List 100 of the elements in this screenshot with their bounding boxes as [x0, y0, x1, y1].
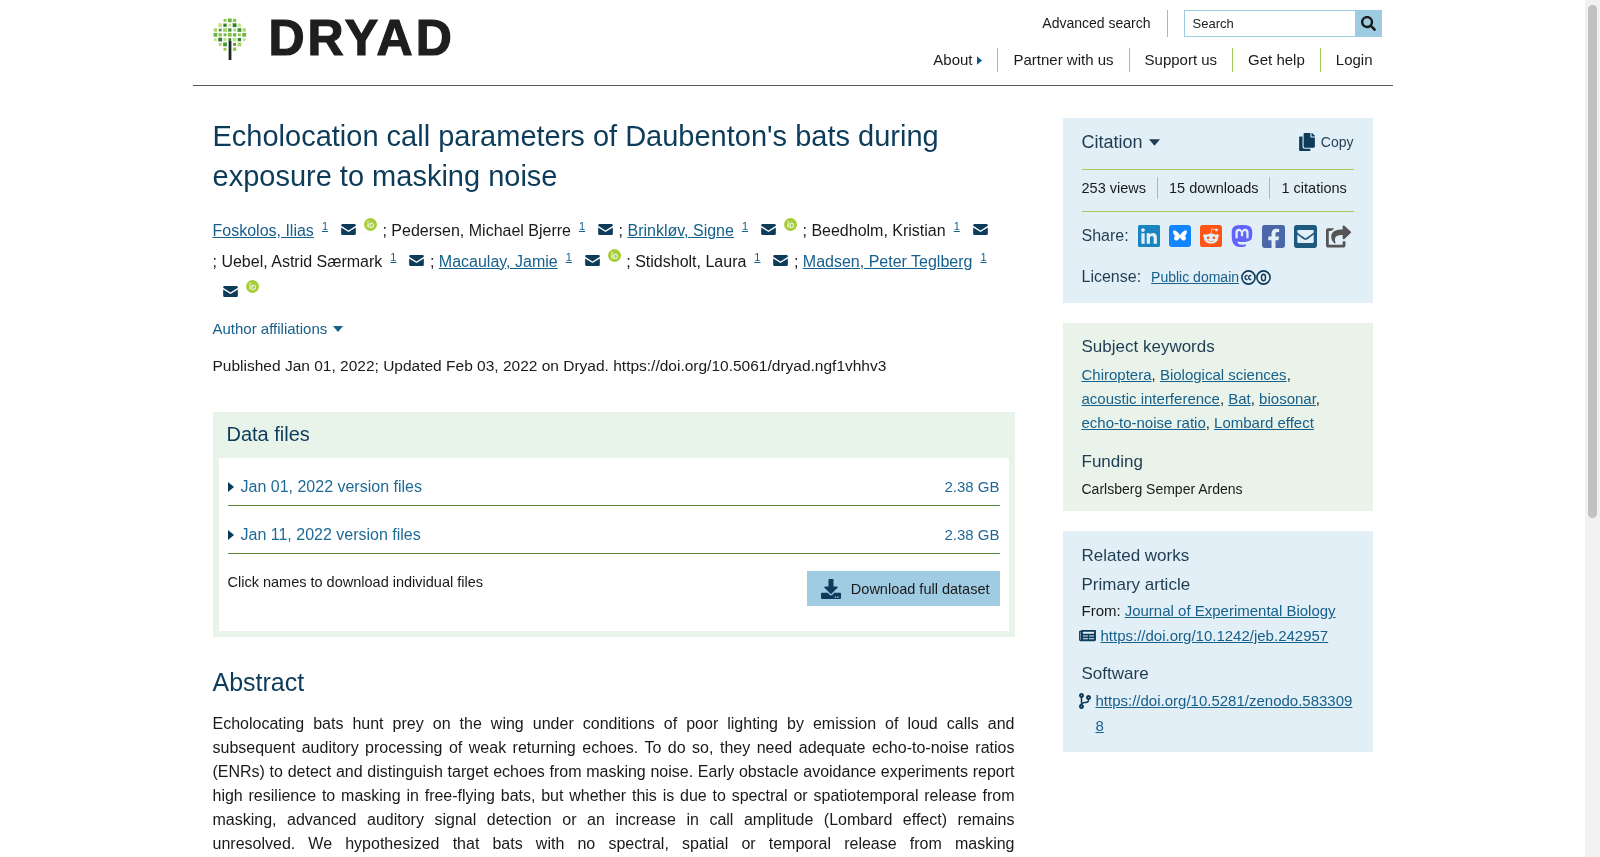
butterfly-icon[interactable] [1168, 225, 1191, 247]
advanced-search-link[interactable]: Advanced search [1042, 10, 1168, 37]
affiliation-link[interactable]: 1 [565, 251, 572, 263]
author-link[interactable]: Macaulay, Jamie [438, 253, 558, 270]
affiliation-link[interactable]: 1 [754, 251, 761, 263]
envelope-icon[interactable] [409, 255, 425, 266]
section-heading: Related works [1081, 545, 1191, 567]
share-icon[interactable] [1325, 223, 1351, 249]
affiliation-link[interactable]: 1 [953, 220, 960, 232]
reddit-icon[interactable] [1199, 225, 1222, 247]
download-icon [820, 578, 841, 599]
section-heading: Subject keywords [1081, 336, 1216, 358]
section-heading: Data files [225, 422, 311, 447]
file-size: 2.38 GB [944, 525, 1000, 545]
doi-link[interactable]: https://doi.org/10.1242/jeb.242957 [1100, 623, 1329, 648]
author-name: Stidsholt, Laura [635, 253, 747, 270]
keyword-separator: , [1151, 366, 1156, 383]
envelope-icon[interactable] [972, 224, 988, 235]
author-separator: ; [626, 253, 631, 270]
author-name: Uebel, Astrid Særmark [221, 253, 383, 270]
download-button[interactable]: Download full dataset [806, 571, 1000, 606]
copy-button[interactable]: Copy [1298, 128, 1354, 156]
nav-link[interactable]: Get help [1232, 48, 1320, 72]
envelope-icon[interactable] [222, 286, 238, 297]
newspaper-icon [1078, 628, 1096, 643]
source-label: From: [1081, 602, 1121, 619]
stat-text: 1 citations [1269, 177, 1358, 199]
nav-link[interactable]: Support us [1128, 48, 1233, 72]
scrollbar[interactable] [1585, 0, 1600, 857]
abstract-text: Echolocating bats hunt prey on the wing under conditions of poor lighting by emission of loud calls and subsequent auditory processing of weak returning echoes. To do so, they need adequate echo-to-noise ratios (ENRs) to detect and distinguish target echoes from masking noise. Early obstacle avoidance experiments report high resilience to masking in free-flying bats, but whether this is due to spectral or spatiotemporal release from masking, advanced auditory signal detection or an increase in call amplitude (Lombard effect) remains unresolved. We hypothesized that bats with no spectral, spatial or temporal release from masking [212, 714, 1015, 854]
keyword-separator: , [1315, 390, 1320, 407]
email-icon[interactable] [1293, 224, 1317, 248]
citation-toggle[interactable]: Citation [1081, 128, 1160, 156]
keyword-link[interactable]: acoustic interference [1081, 390, 1220, 407]
keyword-link[interactable]: biosonar [1259, 390, 1316, 407]
dataset-title: Echolocation call parameters of Daubenton's bats during exposure to masking noise [212, 119, 940, 194]
keyword-separator: , [1286, 366, 1291, 383]
keyword-link[interactable]: Biological sciences [1159, 366, 1287, 383]
file-size: 2.38 GB [944, 477, 1000, 497]
cc-zero-icon [1241, 269, 1272, 285]
version-toggle[interactable]: Jan 01, 2022 version files [227, 477, 422, 497]
affiliations-toggle[interactable]: Author affiliations [212, 319, 344, 339]
keyword-link[interactable]: Chiroptera [1081, 366, 1152, 383]
author-separator: ; [802, 222, 807, 239]
envelope-icon[interactable] [761, 224, 776, 235]
section-heading: Funding [1081, 451, 1144, 473]
keyword-link[interactable]: Lombard effect [1214, 414, 1314, 431]
version-toggle[interactable]: Jan 11, 2022 version files [227, 525, 421, 545]
envelope-icon[interactable] [773, 255, 789, 266]
mastodon-icon[interactable] [1230, 225, 1253, 247]
author-name: Pedersen, Michael Bjerre [391, 222, 571, 239]
envelope-icon[interactable] [341, 224, 356, 235]
subsection-heading: Software [1081, 663, 1150, 685]
nav-link[interactable]: Partner with us [997, 48, 1129, 72]
search-field[interactable]: Search [1183, 10, 1355, 37]
logo-text[interactable]: DRYAD [268, 17, 455, 60]
caret-right-icon [977, 55, 983, 65]
download-hint: Click names to download individual files [227, 573, 483, 592]
doi-link[interactable]: https://doi.org/10.5281/zenodo.5833098 [1095, 688, 1354, 738]
envelope-icon[interactable] [584, 255, 600, 266]
affiliation-link[interactable]: 1 [390, 251, 397, 263]
facebook-icon[interactable] [1261, 224, 1285, 248]
author-separator: ; [212, 253, 217, 270]
search-icon [1360, 16, 1376, 31]
author-separator: ; [382, 222, 387, 239]
scrollbar-thumb[interactable] [1588, 5, 1597, 518]
affiliation-link[interactable]: 1 [980, 251, 987, 263]
keyword-separator: , [1219, 390, 1225, 407]
keyword-link[interactable]: echo-to-noise ratio [1081, 414, 1206, 431]
search-button[interactable] [1354, 10, 1382, 37]
nav-link[interactable]: About [933, 48, 998, 72]
keyword-separator: , [1250, 390, 1255, 407]
license-link[interactable]: Public domain [1151, 269, 1240, 285]
author-link[interactable]: Madsen, Peter Teglberg [802, 253, 973, 270]
keyword-link[interactable]: Bat [1228, 390, 1251, 407]
journal-link[interactable]: Journal of Experimental Biology [1124, 602, 1336, 619]
license-label: License: [1081, 267, 1142, 287]
branch-icon [1078, 692, 1091, 709]
author-separator: ; [429, 253, 435, 270]
affiliation-link[interactable]: 1 [321, 220, 328, 232]
stat-text: 253 views [1081, 179, 1147, 198]
author-link[interactable]: Foskolos, Ilias [212, 222, 314, 239]
keyword-separator: , [1205, 414, 1210, 431]
author-link[interactable]: Brinkløv, Signe [627, 222, 734, 239]
publication-info: Published Jan 01, 2022; Updated Feb 03, 2022 on Dryad. https://doi.org/10.5061/dryad.ngf1vhhv3 [212, 356, 888, 376]
copy-icon [1298, 133, 1315, 151]
stat-text: 15 downloads [1157, 177, 1270, 199]
envelope-icon[interactable] [598, 224, 614, 235]
share-label: Share: [1081, 226, 1129, 246]
author-separator: ; [618, 222, 624, 239]
affiliation-link[interactable]: 1 [579, 220, 586, 232]
affiliation-link[interactable]: 1 [741, 220, 748, 232]
author-name: Beedholm, Kristian [811, 222, 946, 239]
linkedin-icon[interactable] [1137, 225, 1160, 247]
author-separator: ; [793, 253, 799, 270]
funder-name: Carlsberg Semper Ardens [1081, 480, 1244, 499]
tree-logo-icon[interactable] [212, 17, 247, 60]
abstract-heading: Abstract [212, 667, 306, 697]
nav-link[interactable]: Login [1319, 48, 1373, 72]
subsection-heading: Primary article [1081, 574, 1192, 596]
